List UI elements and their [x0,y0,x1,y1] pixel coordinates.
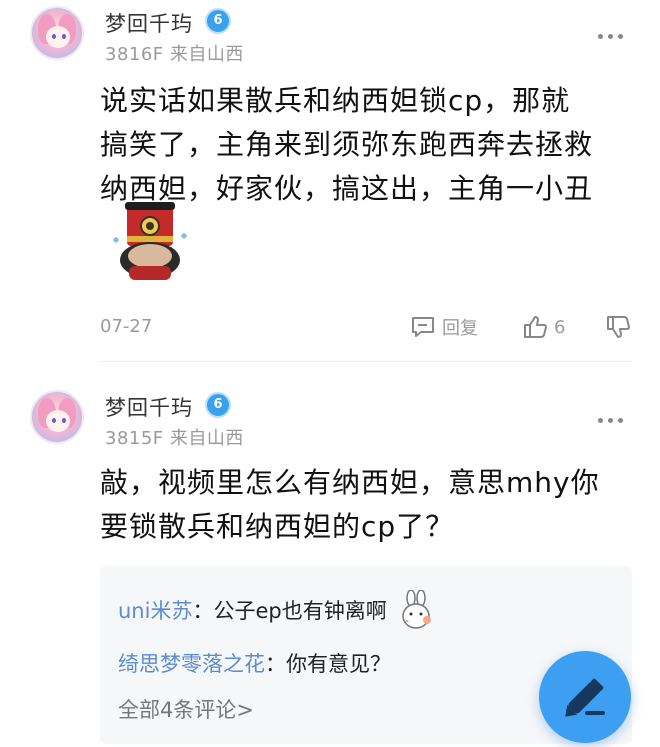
post-content: 敲，视频里怎么有纳西妲，意思mhy你 要锁散兵和纳西妲的cp了？ [100,461,620,549]
floor-location: 3816F 来自山西 [105,44,244,65]
rabbit-emoji-icon [402,589,432,629]
user-avatar[interactable] [30,390,84,444]
like-count: 6 [554,316,566,338]
reply-author[interactable]: uni米苏 [118,599,192,623]
divider [100,361,632,362]
thumbs-up-icon [524,316,547,338]
like-button[interactable]: 6 [522,312,565,342]
content-line: 要锁散兵和纳西妲的cp了？ [100,510,455,543]
reply-text: ：你有意见？ [265,652,391,676]
pen-icon [565,678,605,717]
sticker-image [113,202,187,280]
reply-item[interactable]: uni米苏：公子ep也有钟离啊 [118,589,435,630]
content-line: 搞笑了，主角来到须弥东跑西奔去拯救 [100,128,594,161]
level-badge-icon: 6 [205,8,231,34]
post-footer: 07-27 回复 6 [100,312,632,342]
comment-icon [412,317,434,337]
username[interactable]: 梦回千玙 [105,392,193,422]
reply-label: 回复 [442,318,478,339]
user-avatar[interactable] [30,6,84,60]
more-dots-icon[interactable] [598,418,624,424]
reply-text: ：公子ep也有钟离啊 [192,599,387,623]
reply-item[interactable]: 绮思梦零落之花：你有意见？ [118,648,391,678]
level-badge-icon: 6 [205,392,231,418]
content-line: 敲，视频里怎么有纳西妲，意思mhy你 [100,466,600,499]
all-comments-link[interactable]: 全部4条评论> [118,694,254,724]
thumbs-down-icon [607,316,630,338]
username[interactable]: 梦回千玙 [105,8,193,38]
post-date: 07-27 [100,316,153,337]
more-dots-icon[interactable] [598,34,624,40]
reply-author[interactable]: 绮思梦零落之花 [118,652,265,676]
dislike-button[interactable] [605,312,631,342]
content-line: 说实话如果散兵和纳西妲锁cp，那就 [100,84,571,117]
post-content: 说实话如果散兵和纳西妲锁cp，那就 搞笑了，主角来到须弥东跑西奔去拯救 纳西妲，… [100,79,620,211]
floor-location: 3815F 来自山西 [105,428,244,449]
compose-button[interactable] [539,651,631,743]
reply-button[interactable]: 回复 [410,312,478,342]
